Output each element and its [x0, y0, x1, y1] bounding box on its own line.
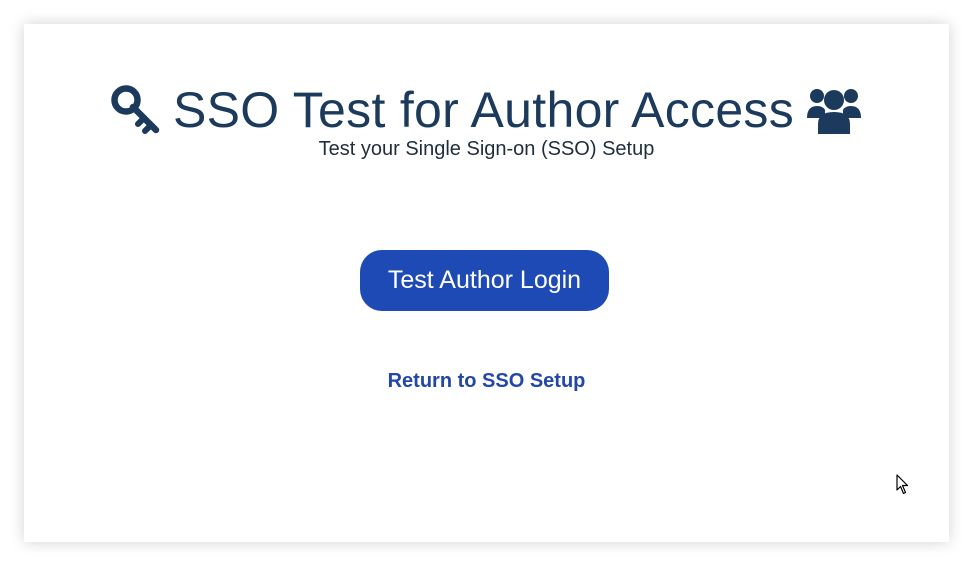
page-background: SSO Test for Author Access Test your Sin…	[0, 0, 973, 566]
page-subtitle: Test your Single Sign-on (SSO) Setup	[318, 138, 655, 160]
users-icon	[806, 84, 862, 136]
page-title: SSO Test for Author Access	[172, 82, 795, 138]
sso-test-card: SSO Test for Author Access Test your Sin…	[24, 24, 949, 542]
page-header: SSO Test for Author Access	[24, 84, 949, 136]
mouse-cursor-icon	[896, 474, 910, 501]
key-icon	[111, 85, 161, 135]
return-to-sso-setup-link[interactable]: Return to SSO Setup	[24, 370, 949, 393]
test-author-login-button[interactable]: Test Author Login	[360, 250, 609, 311]
